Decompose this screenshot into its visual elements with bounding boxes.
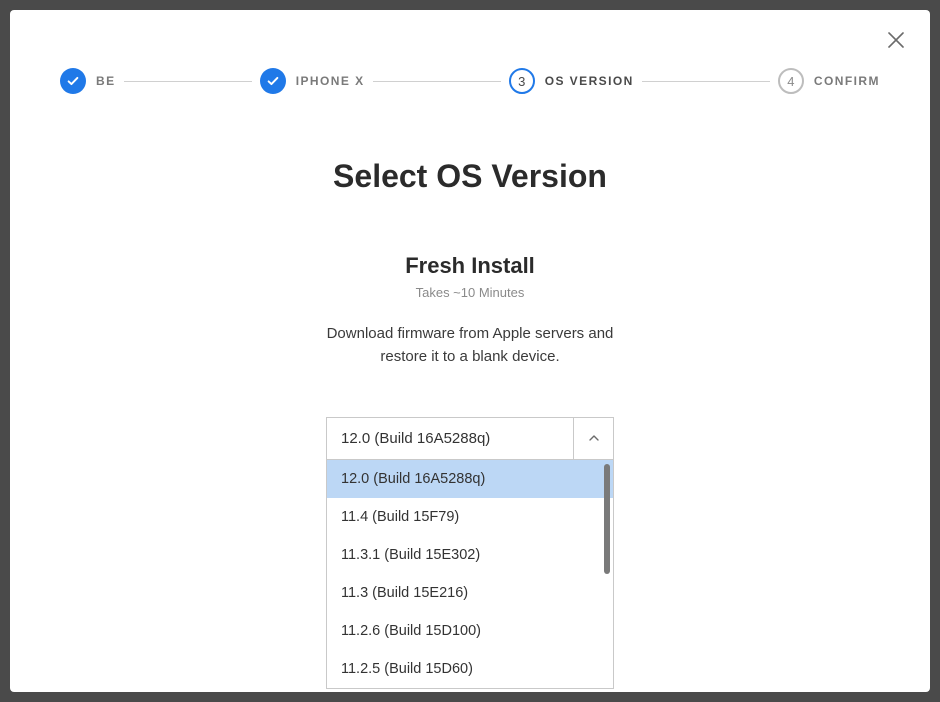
step-os-version: 3 OS VERSION [509,68,634,94]
step-done-icon [260,68,286,94]
step-connector [642,81,770,82]
check-icon [66,74,80,88]
stepper: BE IPHONE X 3 OS VERSION 4 CONFIRM [50,38,890,94]
dropdown-option[interactable]: 12.0 (Build 16A5288q) [327,460,613,498]
close-button[interactable] [884,28,908,52]
dropdown-option[interactable]: 11.2.5 (Build 15D60) [327,650,613,688]
dropdown-caret-button[interactable] [573,418,613,459]
dropdown-option[interactable]: 11.4 (Build 15F79) [327,498,613,536]
step-connector [373,81,501,82]
step-label: OS VERSION [545,74,634,88]
dropdown-option[interactable]: 11.3.1 (Build 15E302) [327,536,613,574]
step-label: BE [96,74,116,88]
step-iphone-x: IPHONE X [260,68,365,94]
section-description: Download firmware from Apple servers and… [50,322,890,369]
section-title: Fresh Install [50,253,890,279]
dropdown-list: 12.0 (Build 16A5288q) 11.4 (Build 15F79)… [326,460,614,689]
step-done-icon [60,68,86,94]
step-current-number: 3 [509,68,535,94]
chevron-up-icon [588,432,600,444]
dropdown-option[interactable]: 11.2.6 (Build 15D100) [327,612,613,650]
description-line: Download firmware from Apple servers and [327,325,614,342]
modal-dialog: BE IPHONE X 3 OS VERSION 4 CONFIRM Selec… [10,10,930,692]
close-icon [884,28,908,52]
dropdown-trigger[interactable]: 12.0 (Build 16A5288q) [326,417,614,460]
check-icon [266,74,280,88]
step-confirm: 4 CONFIRM [778,68,880,94]
section-note: Takes ~10 Minutes [50,285,890,300]
os-version-dropdown: 12.0 (Build 16A5288q) 12.0 (Build 16A528… [326,417,614,689]
step-pending-number: 4 [778,68,804,94]
dropdown-option[interactable]: 11.3 (Build 15E216) [327,574,613,612]
step-label: IPHONE X [296,74,365,88]
step-be: BE [60,68,116,94]
step-connector [124,81,252,82]
page-title: Select OS Version [50,158,890,195]
description-line: restore it to a blank device. [380,348,559,365]
dropdown-selected-value: 12.0 (Build 16A5288q) [327,418,573,459]
step-label: CONFIRM [814,74,880,88]
scrollbar-thumb[interactable] [604,464,610,574]
